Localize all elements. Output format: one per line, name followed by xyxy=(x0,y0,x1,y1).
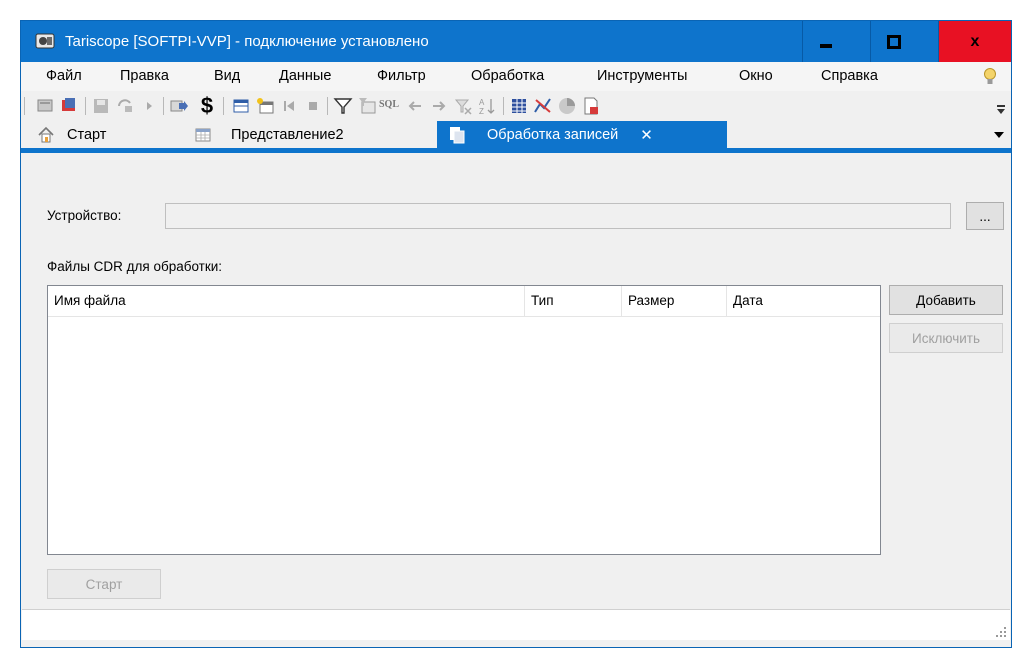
export-icon[interactable] xyxy=(169,96,189,116)
report-icon[interactable] xyxy=(581,96,601,116)
svg-text:Z: Z xyxy=(479,107,484,116)
chart-icon[interactable] xyxy=(533,96,553,116)
record-processing-panel: Устройство: ... Файлы CDR для обработки:… xyxy=(21,153,1011,608)
first-icon[interactable] xyxy=(279,96,299,116)
cdr-files-label: Файлы CDR для обработки: xyxy=(47,259,223,274)
resize-grip-icon[interactable] xyxy=(995,626,1007,638)
status-panel xyxy=(22,609,1010,640)
toolbar-separator xyxy=(163,97,164,115)
cdr-files-list[interactable]: Имя файла Тип Размер Дата xyxy=(47,285,881,555)
tab-label: Старт xyxy=(67,126,107,143)
device-field[interactable] xyxy=(165,203,951,229)
tab-start[interactable]: Старт xyxy=(31,121,171,148)
application-window: Tariscope [SOFTPI-VVP] - подключение уст… xyxy=(20,20,1012,648)
column-header-size[interactable]: Размер xyxy=(622,286,727,316)
filter-icon[interactable] xyxy=(333,96,353,116)
tab-list-dropdown-icon[interactable] xyxy=(993,131,1005,139)
table-icon[interactable] xyxy=(231,96,251,116)
forward-icon[interactable] xyxy=(429,96,449,116)
toolbar-overflow-icon[interactable] xyxy=(997,105,1005,115)
svg-text:A: A xyxy=(479,98,485,107)
toolbar-separator xyxy=(223,97,224,115)
remove-button[interactable]: Исключить xyxy=(889,323,1003,353)
title-bar[interactable]: Tariscope [SOFTPI-VVP] - подключение уст… xyxy=(21,21,1011,62)
lightbulb-icon[interactable] xyxy=(983,68,997,86)
stop-icon[interactable] xyxy=(303,96,323,116)
menu-tools[interactable]: Инструменты xyxy=(597,68,687,84)
column-header-filename[interactable]: Имя файла xyxy=(48,286,525,316)
home-icon xyxy=(38,126,54,142)
save-icon[interactable] xyxy=(91,96,111,116)
minimize-icon xyxy=(820,43,832,48)
query-edit-icon[interactable] xyxy=(59,96,79,116)
play-icon[interactable] xyxy=(139,96,159,116)
menu-processing[interactable]: Обработка xyxy=(471,68,544,84)
menu-data[interactable]: Данные xyxy=(279,68,331,84)
tab-record-processing[interactable]: Обработка записей ✕ xyxy=(437,121,727,148)
minimize-button[interactable] xyxy=(803,21,849,62)
app-icon xyxy=(35,33,55,49)
clear-filter-icon[interactable] xyxy=(453,96,473,116)
menu-bar: Файл Правка Вид Данные Фильтр Обработка … xyxy=(21,62,1011,91)
tab-label: Представление2 xyxy=(231,126,344,143)
browse-device-button[interactable]: ... xyxy=(966,202,1004,230)
tab-view2[interactable]: Представление2 xyxy=(189,121,429,148)
document-icon xyxy=(450,126,465,143)
dollar-icon[interactable]: $ xyxy=(197,93,217,118)
column-header-type[interactable]: Тип xyxy=(525,286,622,316)
grid-icon[interactable] xyxy=(509,96,529,116)
start-button[interactable]: Старт xyxy=(47,569,161,599)
new-table-icon[interactable] xyxy=(255,96,275,116)
toolbar-grip xyxy=(24,97,25,115)
toolbar-separator xyxy=(503,97,504,115)
refresh-icon[interactable] xyxy=(115,96,135,116)
close-button[interactable]: x xyxy=(939,21,1011,62)
back-icon[interactable] xyxy=(405,96,425,116)
close-tab-icon[interactable]: ✕ xyxy=(640,126,653,144)
menu-window[interactable]: Окно xyxy=(739,68,773,84)
tab-label: Обработка записей xyxy=(487,126,619,143)
document-tab-bar: Старт Представление2 Обработка записей ✕ xyxy=(21,121,1011,148)
toolbar-separator xyxy=(85,97,86,115)
toolbar: $ SQL AZ xyxy=(21,91,1011,121)
menu-edit[interactable]: Правка xyxy=(120,68,169,84)
window-title: Tariscope [SOFTPI-VVP] - подключение уст… xyxy=(65,33,429,50)
list-header: Имя файла Тип Размер Дата xyxy=(48,286,880,317)
menu-help[interactable]: Справка xyxy=(821,68,878,84)
table-icon xyxy=(195,128,211,141)
sort-az-icon[interactable]: AZ xyxy=(477,96,497,116)
pie-icon[interactable] xyxy=(557,96,577,116)
menu-filter[interactable]: Фильтр xyxy=(377,68,426,84)
maximize-button[interactable] xyxy=(871,21,917,62)
device-label: Устройство: xyxy=(47,208,122,223)
menu-file[interactable]: Файл xyxy=(46,68,82,84)
add-button[interactable]: Добавить xyxy=(889,285,1003,315)
column-header-date[interactable]: Дата xyxy=(727,286,880,316)
close-icon: x xyxy=(970,32,980,50)
query-icon[interactable] xyxy=(35,96,55,116)
maximize-icon xyxy=(887,34,901,49)
toolbar-separator xyxy=(327,97,328,115)
sql-icon[interactable]: SQL xyxy=(379,99,405,119)
filter-table-icon[interactable] xyxy=(357,96,377,116)
menu-view[interactable]: Вид xyxy=(214,68,240,84)
status-bar xyxy=(21,608,1011,647)
